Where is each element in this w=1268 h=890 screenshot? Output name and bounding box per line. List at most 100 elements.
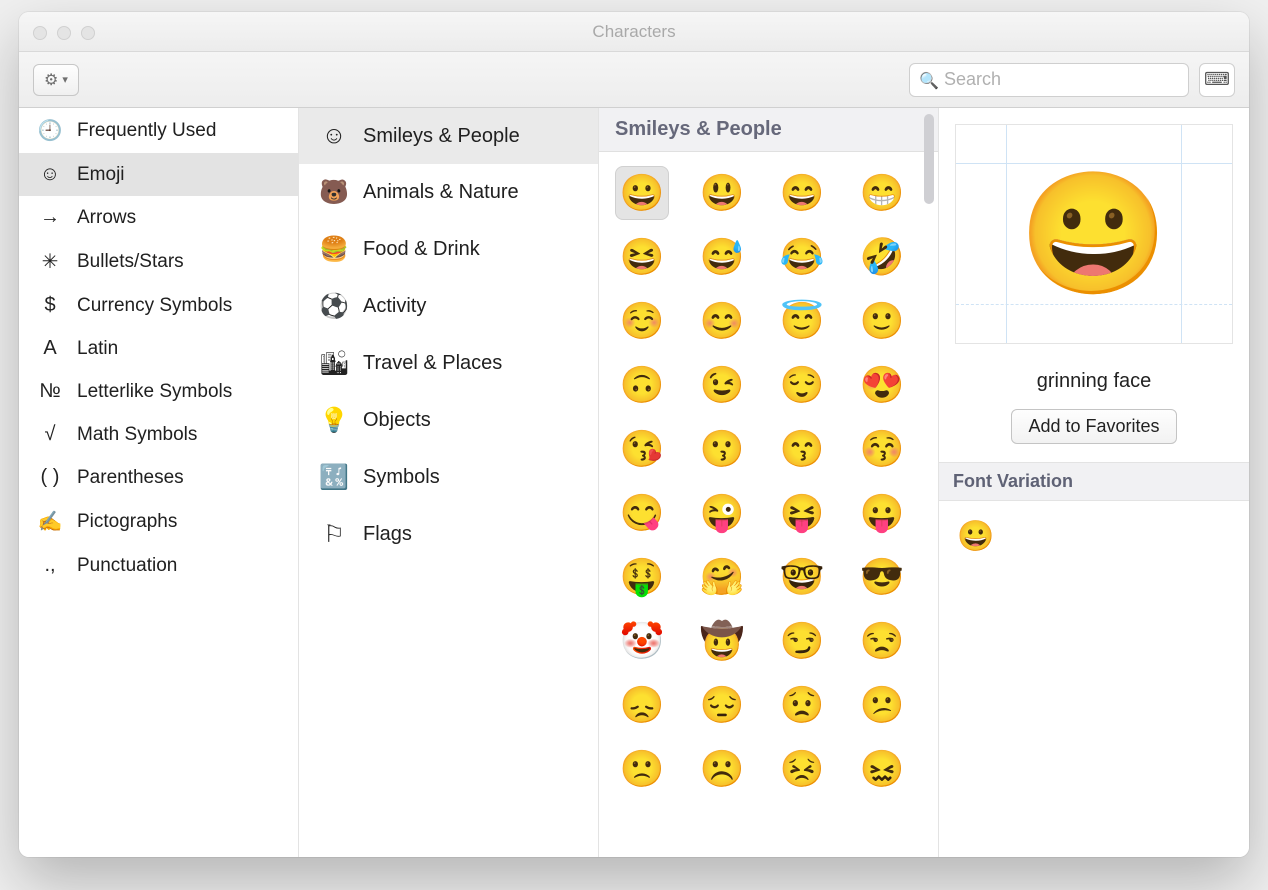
sidebar-item[interactable]: ., Punctuation	[19, 544, 298, 587]
category-item-icon: ☺	[319, 122, 349, 150]
window-controls	[33, 26, 95, 40]
font-variation-glyph[interactable]: 😀	[957, 520, 994, 553]
gear-icon: ⚙	[44, 70, 58, 90]
minimize-window-button[interactable]	[57, 26, 71, 40]
category-item[interactable]: 🏙 Travel & Places	[299, 335, 598, 392]
emoji-cell[interactable]: 🤠	[695, 614, 749, 668]
emoji-cell[interactable]: 😔	[695, 678, 749, 732]
emoji-cell[interactable]: 😎	[855, 550, 909, 604]
sidebar-item[interactable]: →Arrows	[19, 196, 298, 239]
category-item[interactable]: 🔣Symbols	[299, 449, 598, 506]
preview-box: 😀	[955, 124, 1233, 344]
sidebar-item-label: Letterlike Symbols	[77, 381, 232, 403]
emoji-cell[interactable]: 😟	[775, 678, 829, 732]
window-title: Characters	[19, 22, 1249, 42]
emoji-cell[interactable]: 🤓	[775, 550, 829, 604]
emoji-cell[interactable]: 🙃	[615, 358, 669, 412]
emoji-cell[interactable]: 😆	[615, 230, 669, 284]
emoji-cell[interactable]: 😝	[775, 486, 829, 540]
emoji-cell[interactable]: 😕	[855, 678, 909, 732]
emoji-cell[interactable]: 😣	[775, 742, 829, 796]
sidebar-item-icon: .,	[37, 554, 63, 577]
emoji-cell[interactable]: 😚	[855, 422, 909, 476]
emoji-cell[interactable]: 😀	[615, 166, 669, 220]
sidebar-item[interactable]: √Math Symbols	[19, 413, 298, 456]
category-item[interactable]: ⚽Activity	[299, 278, 598, 335]
grid-section-header: Smileys & People	[599, 108, 938, 152]
body: 🕘 Frequently Used ☺ Emoji →Arrows✳Bullets/St…	[19, 108, 1249, 857]
emoji-cell[interactable]: ☺️	[615, 294, 669, 348]
sidebar-item-icon: ☺	[37, 163, 63, 186]
sidebar-item-label: Bullets/Stars	[77, 251, 184, 273]
sidebar-item[interactable]: ✳Bullets/Stars	[19, 239, 298, 284]
sidebar-item-label: Arrows	[77, 207, 136, 229]
emoji-cell[interactable]: 😞	[615, 678, 669, 732]
category-item-label: Travel & Places	[363, 352, 502, 375]
emoji-cell[interactable]: 😜	[695, 486, 749, 540]
sidebar-item[interactable]: 🕘 Frequently Used	[19, 108, 298, 153]
category-item[interactable]: 💡Objects	[299, 392, 598, 449]
emoji-cell[interactable]: 🤗	[695, 550, 749, 604]
emoji-cell[interactable]: 😘	[615, 422, 669, 476]
emoji-cell[interactable]: 😋	[615, 486, 669, 540]
emoji-cell[interactable]: 🤣	[855, 230, 909, 284]
sidebar-item[interactable]: ( )Parentheses	[19, 456, 298, 499]
action-menu-button[interactable]: ⚙ ▾	[33, 64, 79, 96]
emoji-cell[interactable]: 😅	[695, 230, 749, 284]
sidebar-item-icon: 🕘	[37, 118, 63, 143]
emoji-cell[interactable]: 😉	[695, 358, 749, 412]
sidebar-item-label: Frequently Used	[77, 120, 216, 142]
sidebar-item-icon: A	[37, 337, 63, 360]
category-item-icon: 🐻	[319, 178, 349, 207]
sidebar-item[interactable]: №Letterlike Symbols	[19, 370, 298, 413]
category-item[interactable]: 🍔Food & Drink	[299, 221, 598, 278]
emoji-cell[interactable]: 😁	[855, 166, 909, 220]
emoji-cell[interactable]: 😒	[855, 614, 909, 668]
guide-line	[956, 163, 1232, 164]
scrollbar-thumb[interactable]	[924, 114, 934, 204]
close-window-button[interactable]	[33, 26, 47, 40]
zoom-window-button[interactable]	[81, 26, 95, 40]
emoji-cell[interactable]: 😄	[775, 166, 829, 220]
sidebar-item[interactable]: A Latin	[19, 327, 298, 370]
sidebar-item[interactable]: $ Currency Symbols	[19, 284, 298, 327]
emoji-cell[interactable]: 😌	[775, 358, 829, 412]
search-input[interactable]	[909, 63, 1189, 97]
emoji-cell[interactable]: 🤑	[615, 550, 669, 604]
emoji-cell[interactable]: 😇	[775, 294, 829, 348]
sidebar-item-label: Currency Symbols	[77, 295, 232, 317]
keyboard-icon: ⌨	[1204, 69, 1230, 90]
category-item[interactable]: ⚐Flags	[299, 506, 598, 563]
category-item-icon: 💡	[319, 406, 349, 435]
category-item-label: Activity	[363, 295, 426, 318]
add-to-favorites-button[interactable]: Add to Favorites	[1011, 409, 1176, 444]
sidebar-item[interactable]: ✍Pictographs	[19, 499, 298, 544]
sidebar-item-label: Punctuation	[77, 555, 177, 577]
font-variation-header: Font Variation	[939, 462, 1249, 501]
sidebar-item-label: Latin	[77, 338, 118, 360]
emoji-cell[interactable]: 😗	[695, 422, 749, 476]
collapse-viewer-button[interactable]: ⌨	[1199, 63, 1235, 97]
sidebar-item-label: Emoji	[77, 164, 125, 186]
emoji-cell[interactable]: 😂	[775, 230, 829, 284]
chevron-down-icon: ▾	[62, 73, 68, 86]
category-item-icon: 🍔	[319, 235, 349, 264]
emoji-cell[interactable]: 🤡	[615, 614, 669, 668]
category-item-icon: 🏙	[319, 349, 349, 378]
emoji-cell[interactable]: ☹️	[695, 742, 749, 796]
emoji-cell[interactable]: 😃	[695, 166, 749, 220]
emoji-cell[interactable]: 😏	[775, 614, 829, 668]
emoji-cell[interactable]: 🙁	[615, 742, 669, 796]
category-item[interactable]: ☺Smileys & People	[299, 108, 598, 164]
sidebar-item[interactable]: ☺ Emoji	[19, 153, 298, 196]
category-item-label: Symbols	[363, 466, 440, 489]
emoji-cell[interactable]: 😛	[855, 486, 909, 540]
emoji-cell[interactable]: 🙂	[855, 294, 909, 348]
sidebar-item-icon: $	[37, 294, 63, 317]
emoji-cell[interactable]: 😙	[775, 422, 829, 476]
category-item[interactable]: 🐻Animals & Nature	[299, 164, 598, 221]
emoji-cell[interactable]: 😍	[855, 358, 909, 412]
emoji-cell[interactable]: 😖	[855, 742, 909, 796]
character-grid: 😀 😃 😄 😁 😆 😅 😂 🤣 ☺️ 😊 😇 🙂 🙃 😉 😌 😍 😘 😗 😙 😚 😋 😜 😝 😛 🤑 🤗 🤓 😎 🤡 🤠 😏 😒 😞 😔 😟 😕 🙁 ☹️…	[599, 152, 938, 810]
emoji-cell[interactable]: 😊	[695, 294, 749, 348]
